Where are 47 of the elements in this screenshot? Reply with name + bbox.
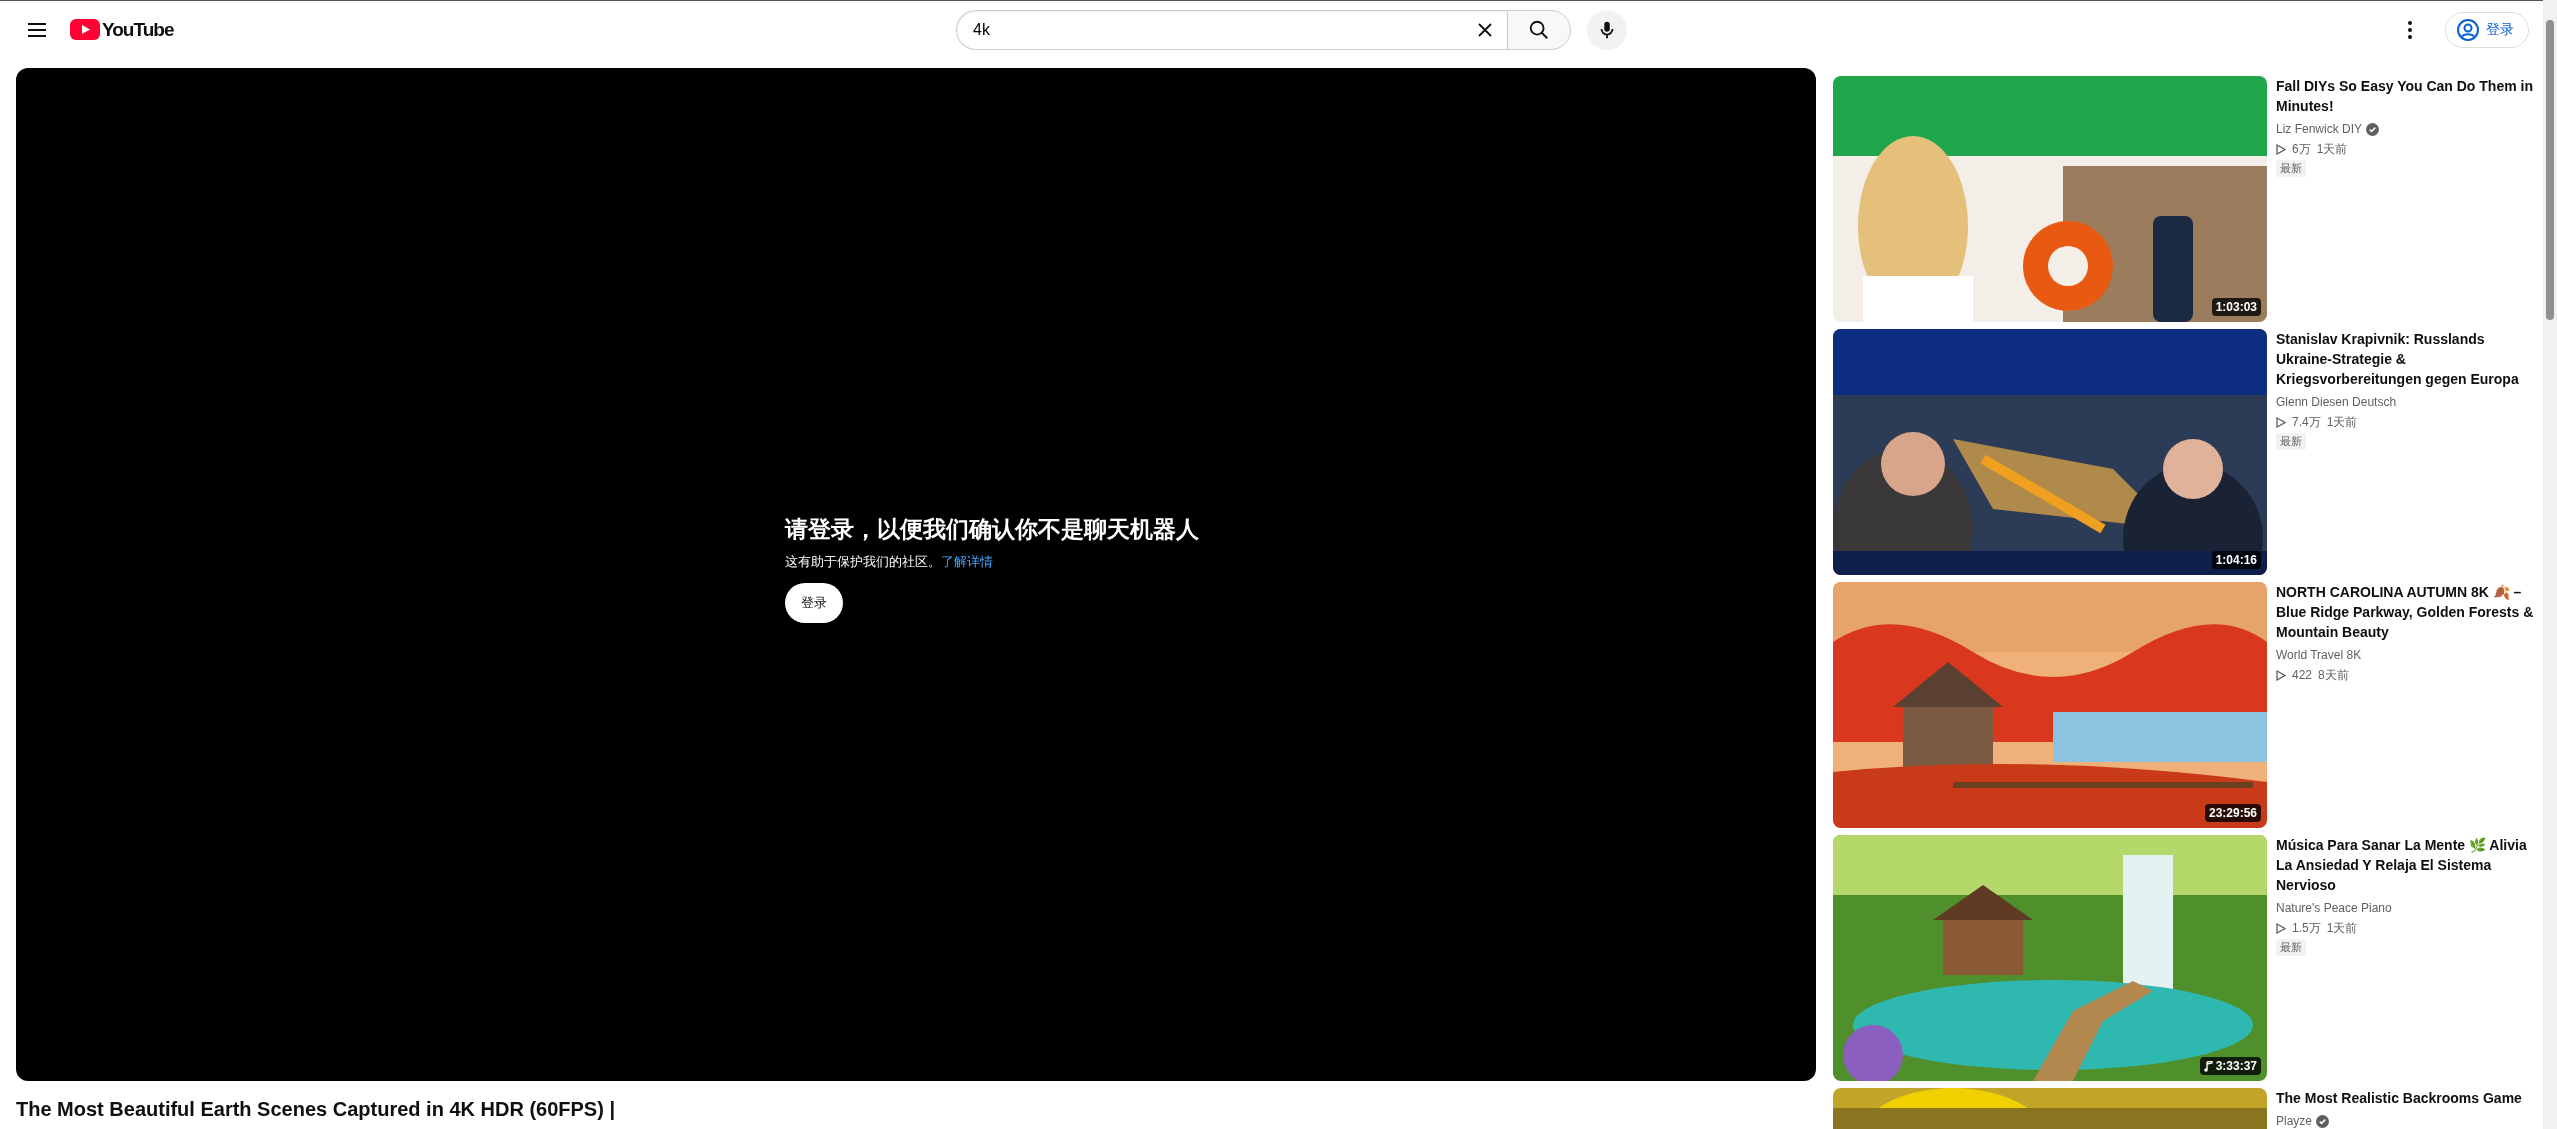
duration-badge: 1:03:03 [2211,298,2261,316]
sign-in-button[interactable]: 登录 [2445,11,2529,48]
learn-more-link[interactable]: 了解详情 [941,553,993,569]
new-badge: 最新 [2276,939,2306,956]
upload-age: 1天前 [2326,414,2358,431]
more-icon [2407,19,2413,40]
video-title-link[interactable]: NORTH CAROLINA AUTUMN 8K 🍂 – Blue Ridge Parkway, Golden Forests & Mountain Beauty [2276,582,2541,642]
view-count: 1.5万 [2292,920,2321,937]
sign-in-button[interactable]: 登录 [785,582,843,623]
duration-badge: 3:33:37 [2199,1057,2261,1075]
new-badge: 最新 [2276,160,2306,177]
logo[interactable]: YouTube [70,18,174,41]
view-count: 7.4万 [2292,414,2321,431]
duration-badge: 1:04:16 [2211,551,2261,569]
play-icon [2276,922,2286,934]
verified-icon [2366,122,2380,136]
music-note-icon [2203,1060,2213,1072]
video-player[interactable]: 请登录，以便我们确认你不是聊天机器人 这有助于保护我们的社区。了解详情 登录 [16,68,1816,1081]
channel-name[interactable]: Glenn Diesen Deutsch [2276,392,2397,412]
channel-name[interactable]: Liz Fenwick DIY [2276,119,2363,139]
sign-in-heading: 请登录，以便我们确认你不是聊天机器人 [785,514,1199,544]
play-icon [2276,143,2286,155]
sign-in-note: 这有助于保护我们的社区。了解详情 [785,552,993,571]
search-button[interactable] [1507,9,1571,50]
upload-age: 1天前 [2316,141,2348,158]
view-count: 6万 [2292,141,2311,158]
scrollbar[interactable] [2543,0,2557,1129]
search-icon [1528,18,1550,41]
verified-icon [2316,1114,2330,1128]
channel-name[interactable]: Playze [2276,1111,2313,1129]
video-title-link[interactable]: Fall DIYs So Easy You Can Do Them in Minutes! [2276,76,2541,116]
video-title-link[interactable]: The Most Realistic Backrooms Game [2276,1088,2522,1108]
upload-age: 1天前 [2326,920,2358,937]
search-input[interactable]: 4k [971,19,1469,40]
play-icon [2276,669,2286,681]
play-icon [2276,416,2286,428]
view-count: 422 [2292,667,2313,684]
microphone-button[interactable] [1587,9,1627,50]
new-badge: 最新 [2276,433,2306,450]
channel-name[interactable]: World Travel 8K [2276,645,2362,665]
channel-name[interactable]: Nature's Peace Piano [2276,898,2392,918]
upload-age: 8天前 [2318,667,2349,684]
video-title-link[interactable]: Stanislav Krapivnik: Russlands Ukraine-Strategie & Kriegsvorbereitungen gegen Europa [2276,329,2541,389]
video-title: The Most Beautiful Earth Scenes Captured in 4K HDR (60FPS) | [16,1097,617,1122]
duration-badge: 23:29:56 [2204,804,2261,822]
account-icon [2456,17,2480,42]
video-title-link[interactable]: Música Para Sanar La Mente 🌿 Alivia La Ansiedad Y Relaja El Sistema Nervioso [2276,835,2541,895]
